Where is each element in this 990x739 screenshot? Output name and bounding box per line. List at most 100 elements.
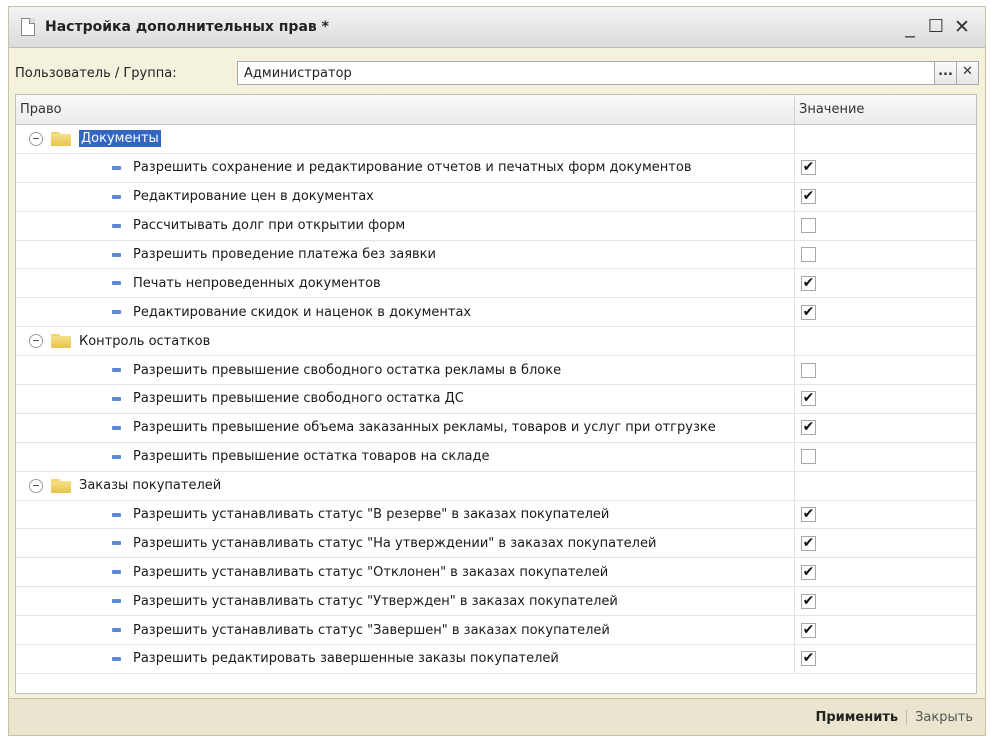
- right-row[interactable]: Редактирование цен в документах ✔: [16, 182, 976, 212]
- group-cell: Контроль остатков: [16, 327, 795, 356]
- rights-grid: Право Значение Документы Разрешить сохран…: [15, 94, 977, 694]
- right-label: Разрешить сохранение и редактирование от…: [133, 160, 692, 176]
- item-marker-icon: [112, 628, 121, 633]
- right-label: Разрешить проведение платежа без заявки: [133, 247, 436, 262]
- right-row[interactable]: Разрешить сохранение и редактирование от…: [16, 153, 976, 183]
- grid-body: Документы Разрешить сохранение и редактир…: [16, 125, 976, 674]
- right-label: Разрешить устанавливать статус "Завершен…: [133, 622, 610, 638]
- rights-settings-window: Настройка дополнительных прав * _ ☐ ✕ По…: [8, 6, 986, 736]
- right-row[interactable]: Разрешить превышение свободного остатка …: [16, 356, 976, 386]
- right-cell: Разрешить устанавливать статус "Утвержде…: [16, 587, 795, 616]
- value-checkbox[interactable]: [801, 247, 816, 262]
- item-marker-icon: [112, 425, 121, 430]
- collapse-icon[interactable]: [29, 334, 43, 349]
- item-marker-icon: [112, 368, 121, 373]
- right-label: Редактирование цен в документах: [133, 189, 374, 205]
- group-row[interactable]: Заказы покупателей: [16, 471, 976, 501]
- item-marker-icon: [112, 599, 121, 604]
- collapse-icon[interactable]: [29, 478, 43, 493]
- document-icon: [21, 18, 35, 36]
- value-checkbox[interactable]: ✔: [801, 535, 816, 551]
- item-marker-icon: [112, 165, 121, 170]
- value-cell: [795, 356, 976, 384]
- right-cell: Печать непроведенных документов: [16, 269, 795, 298]
- close-window-button[interactable]: ✕: [949, 16, 975, 38]
- right-cell: Редактирование скидок и наценок в докуме…: [16, 298, 795, 327]
- group-label: Документы: [79, 130, 161, 148]
- maximize-button[interactable]: ☐: [923, 16, 949, 38]
- right-row[interactable]: Редактирование скидок и наценок в докуме…: [16, 298, 976, 328]
- value-checkbox[interactable]: ✔: [801, 304, 816, 320]
- right-label: Разрешить редактировать завершенные зака…: [133, 651, 559, 667]
- collapse-icon[interactable]: [29, 131, 43, 146]
- column-header-value[interactable]: Значение: [795, 95, 976, 124]
- right-row[interactable]: Разрешить устанавливать статус "В резерв…: [16, 500, 976, 530]
- value-checkbox[interactable]: ✔: [801, 189, 816, 205]
- column-header-right[interactable]: Право: [16, 95, 795, 124]
- value-checkbox[interactable]: ✔: [801, 622, 816, 638]
- right-cell: Разрешить превышение объема заказанных р…: [16, 413, 795, 442]
- value-checkbox[interactable]: [801, 218, 816, 234]
- right-label: Разрешить превышение свободного остатка …: [133, 391, 464, 407]
- browse-button[interactable]: ...: [935, 61, 957, 85]
- apply-button[interactable]: Применить: [808, 709, 908, 725]
- right-row[interactable]: Разрешить устанавливать статус "Завершен…: [16, 616, 976, 646]
- right-row[interactable]: Разрешить превышение объема заказанных р…: [16, 413, 976, 443]
- value-checkbox[interactable]: ✔: [801, 564, 816, 580]
- value-checkbox[interactable]: ✔: [801, 160, 816, 176]
- right-row[interactable]: Разрешить проведение платежа без заявки: [16, 240, 976, 270]
- value-cell: ✔: [795, 154, 976, 182]
- right-label: Рассчитывать долг при открытии форм: [133, 218, 406, 234]
- close-button[interactable]: Закрыть: [907, 710, 981, 725]
- group-row[interactable]: Контроль остатков: [16, 327, 976, 357]
- group-value-cell: [795, 472, 976, 500]
- value-cell: ✔: [795, 298, 976, 326]
- value-checkbox[interactable]: ✔: [801, 651, 816, 667]
- value-checkbox[interactable]: [801, 449, 816, 465]
- value-cell: ✔: [795, 587, 976, 615]
- right-cell: Разрешить устанавливать статус "Завершен…: [16, 616, 795, 645]
- value-checkbox[interactable]: ✔: [801, 391, 816, 407]
- value-cell: ✔: [795, 645, 976, 673]
- value-cell: ✔: [795, 529, 976, 557]
- item-marker-icon: [112, 310, 121, 315]
- right-row[interactable]: Разрешить превышение свободного остатка …: [16, 385, 976, 414]
- right-cell: Разрешить превышение остатка товаров на …: [16, 442, 795, 471]
- minimize-button[interactable]: _: [897, 16, 923, 38]
- right-label: Разрешить превышение свободного остатка …: [133, 362, 562, 378]
- group-value-cell: [795, 125, 976, 153]
- item-marker-icon: [112, 454, 121, 459]
- item-marker-icon: [112, 252, 121, 257]
- item-marker-icon: [112, 512, 121, 517]
- value-checkbox[interactable]: ✔: [801, 593, 816, 609]
- value-checkbox[interactable]: ✔: [801, 275, 816, 291]
- right-label: Разрешить устанавливать статус "Утвержде…: [133, 593, 618, 609]
- group-cell: Заказы покупателей: [16, 471, 795, 500]
- right-cell: Разрешить превышение свободного остатка …: [16, 356, 795, 385]
- group-label: Заказы покупателей: [79, 478, 222, 494]
- right-cell: Редактирование цен в документах: [16, 182, 795, 211]
- right-row[interactable]: Печать непроведенных документов ✔: [16, 269, 976, 299]
- right-row[interactable]: Разрешить устанавливать статус "На утвер…: [16, 529, 976, 559]
- value-checkbox[interactable]: [801, 362, 816, 378]
- folder-icon: [51, 334, 73, 349]
- user-group-field[interactable]: Администратор: [237, 61, 935, 85]
- value-checkbox[interactable]: ✔: [801, 507, 816, 523]
- value-cell: ✔: [795, 385, 976, 413]
- right-cell: Разрешить устанавливать статус "Отклонен…: [16, 558, 795, 587]
- title-bar[interactable]: Настройка дополнительных прав * _ ☐ ✕: [9, 7, 985, 48]
- right-row[interactable]: Рассчитывать долг при открытии форм: [16, 211, 976, 241]
- right-cell: Разрешить превышение свободного остатка …: [16, 385, 795, 413]
- right-row[interactable]: Разрешить устанавливать статус "Отклонен…: [16, 558, 976, 588]
- right-row[interactable]: Разрешить редактировать завершенные зака…: [16, 645, 976, 674]
- group-label: Контроль остатков: [79, 333, 211, 349]
- right-row[interactable]: Разрешить устанавливать статус "Утвержде…: [16, 587, 976, 617]
- right-row[interactable]: Разрешить превышение остатка товаров на …: [16, 442, 976, 472]
- value-checkbox[interactable]: ✔: [801, 420, 816, 436]
- right-cell: Разрешить редактировать завершенные зака…: [16, 645, 795, 673]
- value-cell: ✔: [795, 414, 976, 442]
- item-marker-icon: [112, 570, 121, 575]
- group-row[interactable]: Документы: [16, 125, 976, 154]
- clear-button[interactable]: ✕: [957, 61, 979, 85]
- right-cell: Рассчитывать долг при открытии форм: [16, 211, 795, 240]
